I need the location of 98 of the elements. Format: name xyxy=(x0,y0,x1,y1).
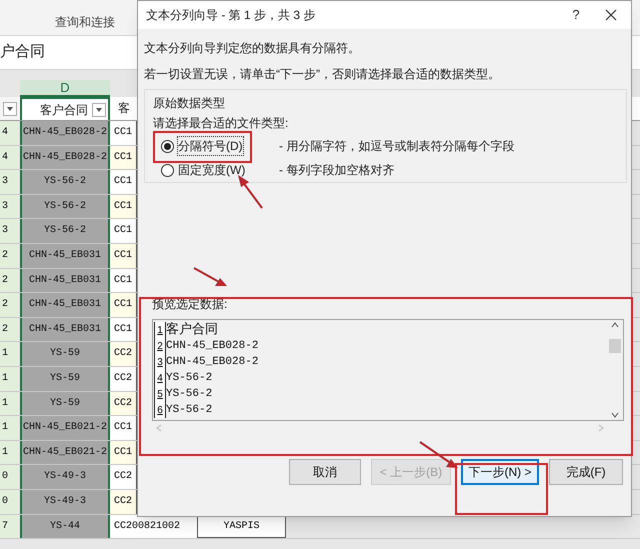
dialog-button[interactable]: 取消 xyxy=(289,459,361,485)
preview-line: YS-56-2 xyxy=(166,371,212,386)
table-cell: 7 xyxy=(0,514,19,538)
table-cell: CHN-45_EB031 xyxy=(20,318,110,342)
table-cell: CC2 xyxy=(110,465,137,489)
table-cell: CC2 xyxy=(110,392,137,416)
line-number: 1 xyxy=(154,322,166,338)
table-cell: CHN-45_EB021-2 xyxy=(20,416,110,440)
filter-button[interactable] xyxy=(92,102,106,116)
preview-line: 客户合同 xyxy=(166,322,218,338)
table-cell: CC1 xyxy=(110,244,137,268)
table-cell: 1 xyxy=(0,392,19,416)
table-cell: CC1 xyxy=(110,293,137,317)
table-cell: YS-59 xyxy=(20,366,110,391)
table-cell: CHN-45_EB021-2 xyxy=(20,440,110,464)
annotation-arrow xyxy=(194,267,227,286)
table-cell: 4 xyxy=(0,146,19,170)
formula-text: 户合同 xyxy=(0,42,45,62)
vertical-scrollbar[interactable] xyxy=(607,320,623,420)
table-cell: 3 xyxy=(0,194,19,218)
table-cell: 3 xyxy=(0,219,19,243)
line-number: 6 xyxy=(154,402,166,418)
dropdown-icon[interactable] xyxy=(96,108,102,112)
dropdown-icon[interactable] xyxy=(6,106,12,110)
line-number: 3 xyxy=(154,354,166,370)
table-cell: 1 xyxy=(0,366,19,391)
line-number: 5 xyxy=(154,386,166,402)
close-icon xyxy=(605,9,617,21)
table-cell: 1 xyxy=(0,416,19,440)
table-cell: CC1 xyxy=(110,416,137,440)
intro-text: 文本分列向导判定您的数据具有分隔符。 xyxy=(144,40,361,57)
annotation-arrow xyxy=(238,175,263,209)
table-cell: CC1 xyxy=(110,219,137,243)
table-cell: YS-59 xyxy=(20,392,110,416)
prompt-text: 请选择最合适的文件类型: xyxy=(153,115,290,132)
group-title: 原始数据类型 xyxy=(153,95,226,112)
table-cell: YS-49-3 xyxy=(20,465,110,489)
table-cell: YS-56-2 xyxy=(20,194,110,218)
table-cell: CC200821002 xyxy=(110,514,198,538)
dialog-button[interactable]: 完成(F) xyxy=(549,459,623,485)
table-cell: CC1 xyxy=(110,194,137,218)
preview-line: CHN-45_EB028-2 xyxy=(166,339,258,354)
option-description: - 用分隔字符，如逗号或制表符分隔每个字段 xyxy=(279,138,514,155)
table-cell: CC1 xyxy=(110,268,137,292)
window-title: 文本分列向导 - 第 1 步，共 3 步 xyxy=(146,7,316,24)
table-cell: 0 xyxy=(0,465,19,489)
table-cell: CC1 xyxy=(110,170,137,194)
radio-option[interactable]: 固定宽度(W) xyxy=(161,161,279,179)
table-cell: YS-56-2 xyxy=(20,219,110,243)
table-cell: 1 xyxy=(0,440,19,464)
radio-option[interactable]: 分隔符号(D) xyxy=(161,137,279,155)
header-cell-text: 客 xyxy=(117,100,131,117)
table-cell: YS-49-3 xyxy=(20,490,110,514)
table-cell: 2 xyxy=(0,268,19,292)
table-cell: CC2 xyxy=(110,490,137,514)
dialog-button[interactable]: 下一步(N) > xyxy=(461,459,539,485)
table-cell: 1 xyxy=(0,342,19,366)
table-cell: CC1 xyxy=(110,121,137,145)
preview-label: 预览选定数据: xyxy=(151,296,228,313)
table-cell: YS-56-2 xyxy=(20,170,110,194)
radio-label: 分隔符号(D) xyxy=(178,137,243,155)
ribbon-group-label: 查询和连接 xyxy=(55,14,115,31)
column-header[interactable]: D xyxy=(20,80,110,97)
table-cell: 3 xyxy=(0,170,19,194)
table-cell: CC2 xyxy=(110,342,137,366)
table-cell: 4 xyxy=(0,121,19,145)
table-cell: 0 xyxy=(0,490,19,514)
preview-line: CHN-45_EB028-2 xyxy=(166,355,258,370)
table-cell: CC1 xyxy=(110,440,137,464)
header-cell-text: 客户合同 xyxy=(40,102,88,118)
table-cell: CHN-45_EB028-2 xyxy=(20,146,110,170)
table-cell: YS-59 xyxy=(20,342,110,366)
table-cell: 2 xyxy=(0,318,19,342)
radio-label: 固定宽度(W) xyxy=(178,162,246,179)
radio-button[interactable] xyxy=(161,164,174,176)
hint-text: 若一切设置无误，请单击“下一步”，否则请选择最合适的数据类型。 xyxy=(144,66,501,83)
filter-button[interactable] xyxy=(2,102,16,116)
table-cell: YS-44 xyxy=(20,514,110,538)
table-cell: CC2 xyxy=(110,366,137,391)
scroll-thumb[interactable] xyxy=(609,339,621,353)
line-number: 2 xyxy=(154,338,166,354)
preview-line: YS-56-2 xyxy=(166,403,212,418)
table-cell: CC1 xyxy=(110,318,137,342)
option-description: - 每列字段加空格对齐 xyxy=(279,162,394,179)
table-cell: 2 xyxy=(0,293,19,317)
scroll-down-icon[interactable] xyxy=(611,412,619,418)
line-number: 4 xyxy=(154,370,166,386)
annotation-arrow xyxy=(419,441,458,468)
table-cell: CHN-45_EB031 xyxy=(20,244,110,268)
scroll-up-icon[interactable] xyxy=(611,322,619,328)
table-cell: CHN-45_EB028-2 xyxy=(20,121,110,145)
table-cell: CHN-45_EB031 xyxy=(20,293,110,317)
table-cell: CHN-45_EB031 xyxy=(20,268,110,292)
table-cell: CC1 xyxy=(110,146,137,170)
radio-button[interactable] xyxy=(161,140,174,152)
help-button[interactable]: ? xyxy=(561,1,591,29)
preview-line: YS-56-2 xyxy=(166,387,212,402)
table-cell: 2 xyxy=(0,244,19,268)
